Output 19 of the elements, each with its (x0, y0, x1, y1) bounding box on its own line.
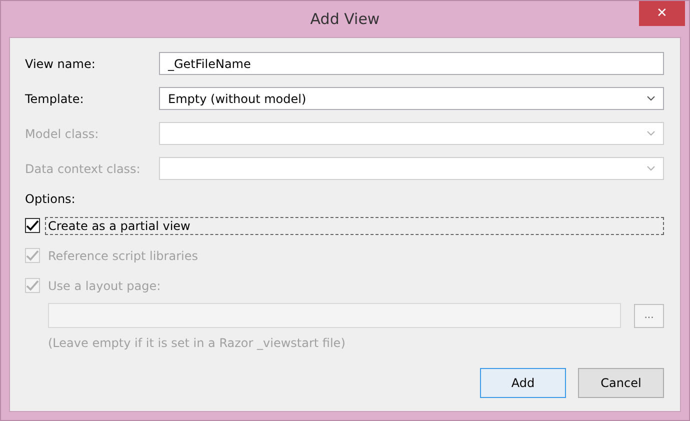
dialog-button[interactable]: Add (480, 368, 566, 398)
close-button[interactable]: ✕ (639, 1, 685, 26)
text-field[interactable]: _GetFileName (159, 52, 664, 75)
dropdown-field[interactable] (159, 122, 664, 145)
field-label: Model class: (25, 126, 100, 140)
checkbox-label[interactable]: Create as a partial view (45, 216, 664, 234)
section-label: Options: (25, 192, 76, 206)
hint-text: (Leave empty if it is set in a Razor _viewstart file) (48, 336, 346, 350)
dropdown-field[interactable]: Empty (without model) (159, 87, 664, 110)
chevron-icon (647, 96, 655, 101)
checkbox[interactable] (25, 218, 40, 233)
chevron-icon (647, 131, 655, 136)
field-label: Data context class: (25, 162, 142, 176)
field-label: View name: (25, 56, 96, 70)
window-title: Add View (310, 10, 380, 28)
dropdown-field[interactable] (159, 157, 664, 180)
dialog-button[interactable]: Cancel (578, 368, 664, 398)
field-label: Template: (25, 92, 85, 106)
chevron-icon (647, 166, 655, 171)
